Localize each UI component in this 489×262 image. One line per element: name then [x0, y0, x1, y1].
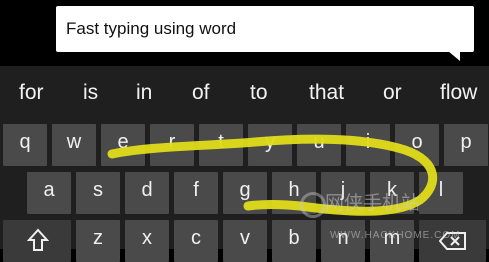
key-m[interactable]: m [370, 220, 414, 262]
key-z[interactable]: z [76, 220, 120, 262]
input-preview-text: Fast typing using word [66, 19, 237, 38]
key-o[interactable]: o [395, 124, 439, 166]
watermark-text: 网侠手机站 [325, 193, 421, 214]
suggestion-in[interactable]: in [136, 81, 152, 105]
key-q[interactable]: q [3, 124, 47, 166]
key-p[interactable]: p [444, 124, 488, 166]
watermark-url: WWW.HACKHOME.COM [330, 230, 461, 241]
key-l[interactable]: l [419, 172, 463, 214]
key-t[interactable]: t [199, 124, 243, 166]
message-area: Fast typing using word [0, 0, 489, 66]
on-screen-keyboard: for is in of to that or flow q w e r t y… [0, 66, 489, 262]
key-y[interactable]: y [248, 124, 292, 166]
key-s[interactable]: s [76, 172, 120, 214]
key-r[interactable]: r [150, 124, 194, 166]
watermark-logo [300, 192, 326, 218]
suggestion-or[interactable]: or [383, 81, 402, 105]
key-e[interactable]: e [101, 124, 145, 166]
suggestion-for[interactable]: for [19, 81, 44, 105]
key-a[interactable]: a [27, 172, 71, 214]
suggestion-that[interactable]: that [309, 81, 344, 105]
key-w[interactable]: w [52, 124, 96, 166]
suggestion-flow[interactable]: flow [440, 81, 477, 105]
key-f[interactable]: f [174, 172, 218, 214]
key-g[interactable]: g [223, 172, 267, 214]
key-x[interactable]: x [125, 220, 169, 262]
key-b[interactable]: b [272, 220, 316, 262]
word-suggestion-bar: for is in of to that or flow [0, 66, 489, 122]
key-i[interactable]: i [346, 124, 390, 166]
bubble-tail [448, 51, 460, 61]
shift-arrow-icon [27, 228, 49, 251]
backspace-key[interactable] [419, 220, 486, 262]
suggestion-of[interactable]: of [192, 81, 210, 105]
key-d[interactable]: d [125, 172, 169, 214]
input-preview-bubble: Fast typing using word [56, 6, 474, 52]
key-u[interactable]: u [297, 124, 341, 166]
key-v[interactable]: v [223, 220, 267, 262]
shift-key[interactable] [3, 220, 71, 262]
key-n[interactable]: n [321, 220, 365, 262]
key-c[interactable]: c [174, 220, 218, 262]
suggestion-to[interactable]: to [250, 81, 268, 105]
suggestion-is[interactable]: is [83, 81, 98, 105]
